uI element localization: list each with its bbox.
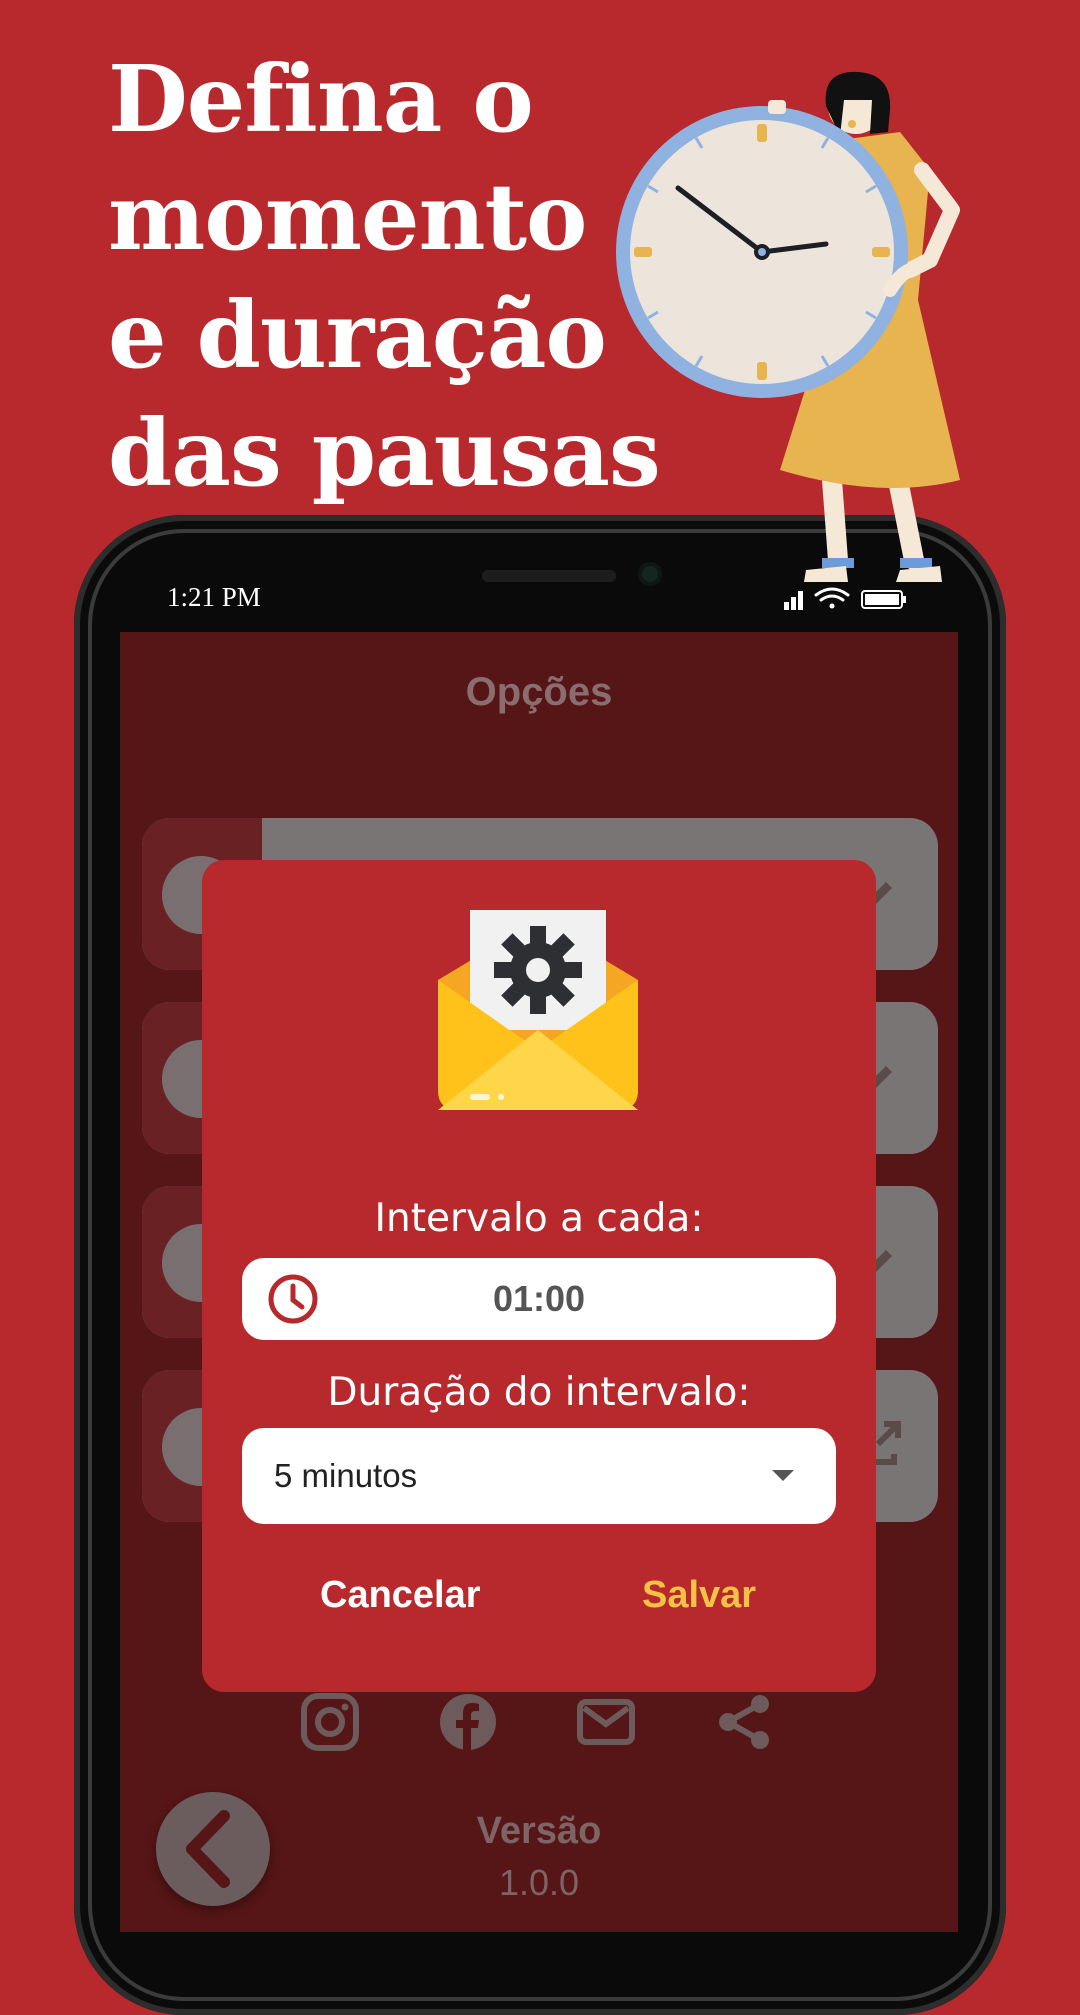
version-label: Versão	[476, 1810, 602, 1852]
duration-select[interactable]: 5 minutos	[242, 1428, 836, 1524]
interval-time-value: 01:00	[492, 1278, 586, 1319]
duration-select-value: 5 minutos	[274, 1457, 418, 1494]
phone-speaker	[482, 570, 616, 582]
envelope-settings-icon	[438, 910, 638, 1110]
woman-with-clock-illustration	[616, 71, 960, 582]
status-time: 1:21 PM	[167, 582, 261, 612]
headline-line-4: das pausas	[108, 399, 661, 507]
headline: Defina o momento e duração das pausas	[108, 40, 668, 512]
interval-settings-dialog: Intervalo a cada: 01:00 Duração do inter…	[202, 860, 876, 1692]
gear-icon	[494, 926, 582, 1014]
save-button[interactable]: Salvar	[642, 1574, 756, 1617]
version-value: 1.0.0	[498, 1862, 580, 1903]
facebook-icon[interactable]	[438, 1692, 498, 1752]
mail-icon[interactable]	[576, 1692, 636, 1752]
cancel-button[interactable]: Cancelar	[320, 1574, 481, 1617]
screen-title: Opções	[465, 670, 613, 714]
interval-time-field[interactable]: 01:00	[242, 1258, 836, 1340]
headline-line-1: Defina o	[108, 45, 534, 153]
dropdown-arrow-icon	[772, 1470, 794, 1481]
interval-label: Intervalo a cada:	[374, 1196, 704, 1241]
headline-line-3: e duração	[108, 281, 607, 389]
headline-line-2: momento	[108, 163, 587, 271]
instagram-icon[interactable]	[300, 1692, 360, 1752]
duration-label: Duração do intervalo:	[327, 1370, 751, 1415]
share-icon[interactable]	[714, 1692, 774, 1752]
